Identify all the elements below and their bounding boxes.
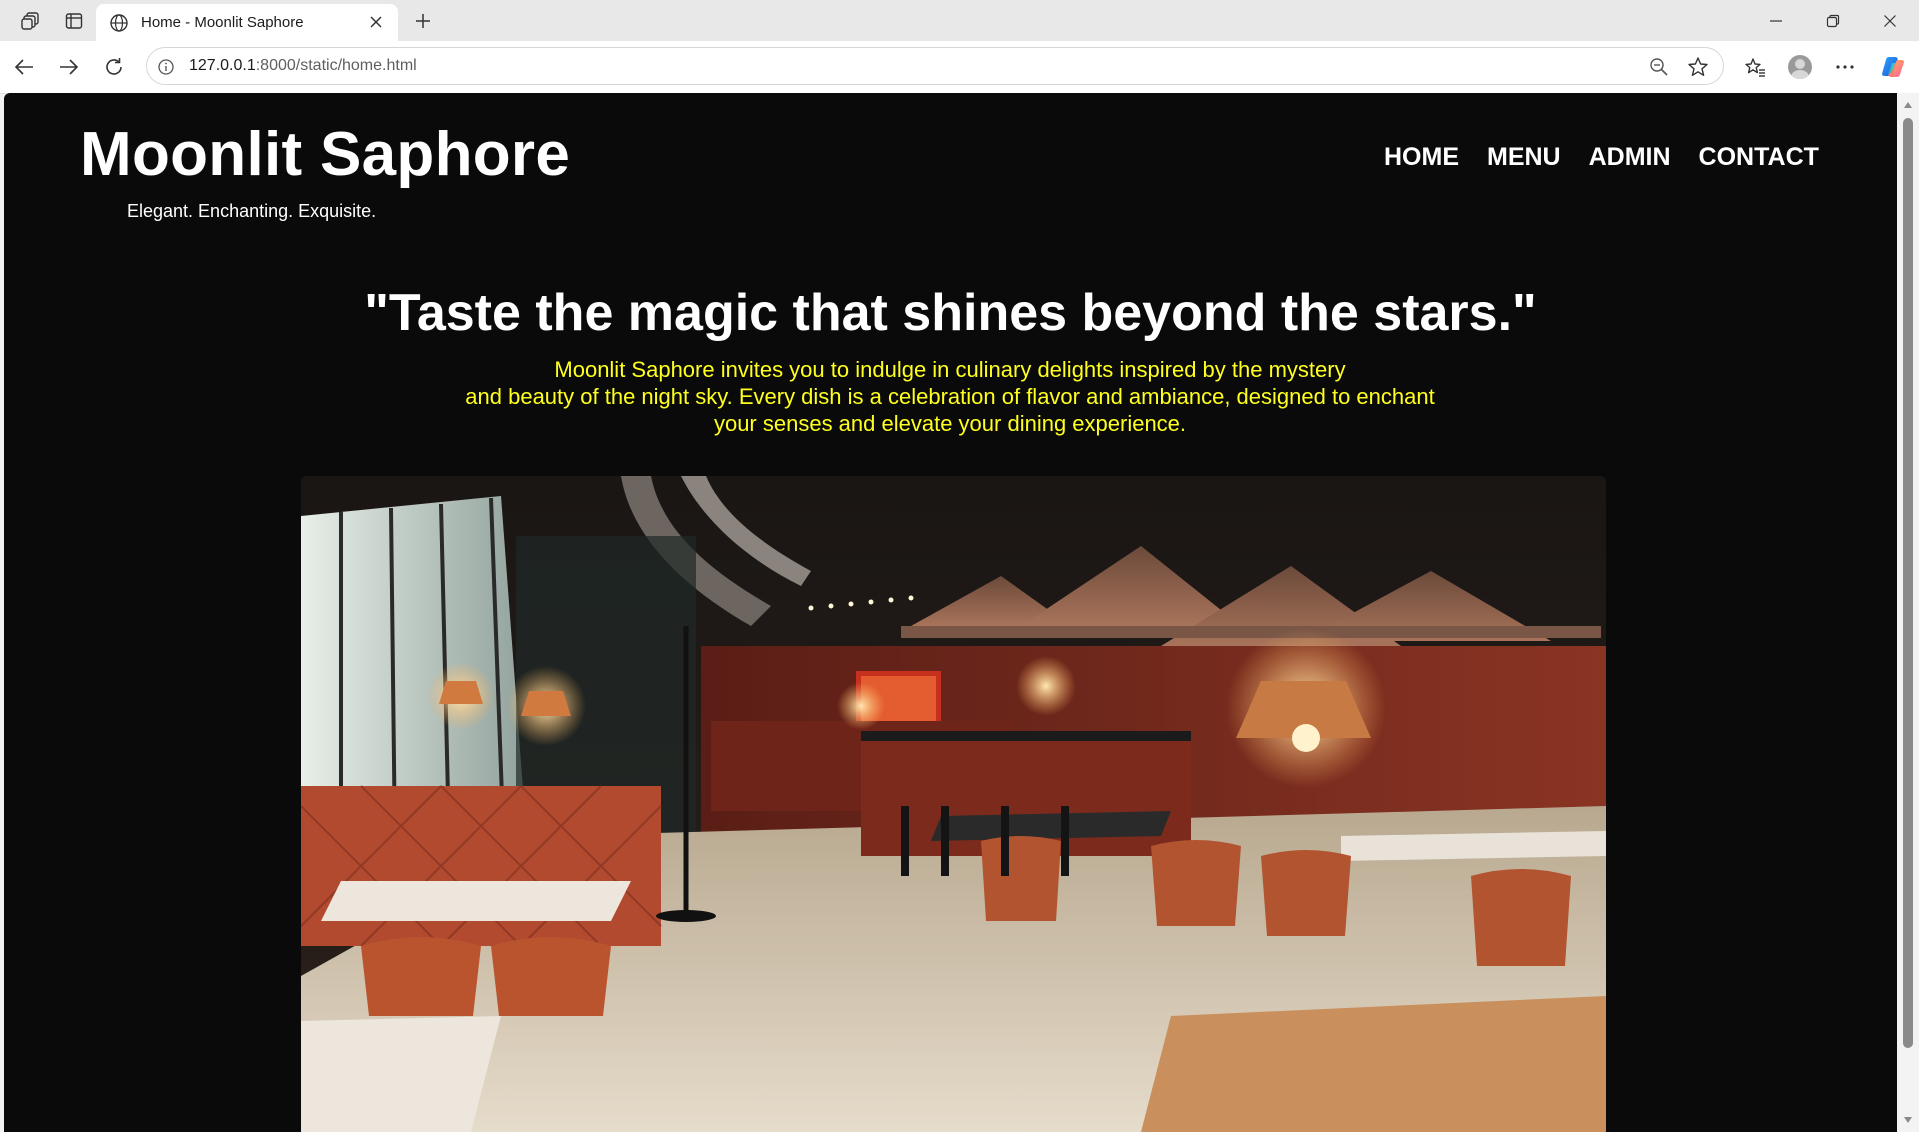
- more-icon[interactable]: [1832, 54, 1858, 80]
- tab-actions-icon[interactable]: [61, 8, 87, 34]
- hero-description-line: your senses and elevate your dining expe…: [713, 411, 1187, 436]
- plus-icon[interactable]: [410, 8, 436, 34]
- hero-description-line: Moonlit Saphore invites you to indulge i…: [554, 357, 1346, 382]
- restore-icon[interactable]: [1805, 0, 1861, 41]
- scroll-down-icon[interactable]: [1904, 1117, 1912, 1123]
- workspaces-icon[interactable]: [18, 8, 44, 34]
- favorites-icon[interactable]: [1742, 54, 1768, 80]
- address-bar[interactable]: 127.0.0.1:8000/static/home.html: [146, 47, 1724, 85]
- browser-title-bar: Home - Moonlit Saphore: [0, 0, 1919, 41]
- nav-admin-link[interactable]: ADMIN: [1589, 143, 1671, 172]
- url-text[interactable]: 127.0.0.1:8000/static/home.html: [189, 57, 417, 75]
- restaurant-interior-photo: [301, 476, 1606, 1132]
- scroll-thumb[interactable]: [1903, 118, 1913, 1048]
- url-host: 127.0.0.1: [189, 57, 256, 74]
- hero-quote: "Taste the magic that shines beyond the …: [364, 284, 1537, 342]
- back-icon[interactable]: [11, 54, 37, 80]
- nav-menu-link[interactable]: MENU: [1487, 143, 1561, 172]
- hero-description: Moonlit Saphore invites you to indulge i…: [350, 356, 1550, 437]
- info-icon[interactable]: [157, 58, 175, 81]
- close-icon[interactable]: [367, 13, 385, 36]
- star-icon[interactable]: [1687, 56, 1709, 83]
- url-path: :8000/static/home.html: [255, 57, 417, 74]
- avatar[interactable]: [1787, 54, 1813, 80]
- page-viewport: Moonlit Saphore Elegant. Enchanting. Exq…: [4, 93, 1897, 1132]
- window-close-icon[interactable]: [1862, 0, 1918, 41]
- site-logo[interactable]: Moonlit Saphore: [80, 119, 570, 190]
- copilot-icon[interactable]: [1880, 54, 1906, 80]
- forward-icon[interactable]: [56, 54, 82, 80]
- minimize-icon[interactable]: [1748, 0, 1804, 41]
- zoom-out-icon[interactable]: [1649, 57, 1669, 82]
- nav-contact-link[interactable]: CONTACT: [1699, 143, 1819, 172]
- browser-toolbar: 127.0.0.1:8000/static/home.html: [0, 41, 1919, 94]
- page-scrollbar[interactable]: [1897, 93, 1919, 1132]
- site-tagline: Elegant. Enchanting. Exquisite.: [127, 201, 377, 221]
- main-nav: HOME MENU ADMIN CONTACT: [1384, 143, 1819, 172]
- active-tab[interactable]: Home - Moonlit Saphore: [96, 4, 398, 41]
- globe-icon: [109, 13, 129, 38]
- nav-home-link[interactable]: HOME: [1384, 143, 1459, 172]
- refresh-icon[interactable]: [101, 54, 127, 80]
- hero-description-line: and beauty of the night sky. Every dish …: [465, 384, 1435, 409]
- scroll-up-icon[interactable]: [1904, 102, 1912, 108]
- tab-title: Home - Moonlit Saphore: [141, 14, 304, 31]
